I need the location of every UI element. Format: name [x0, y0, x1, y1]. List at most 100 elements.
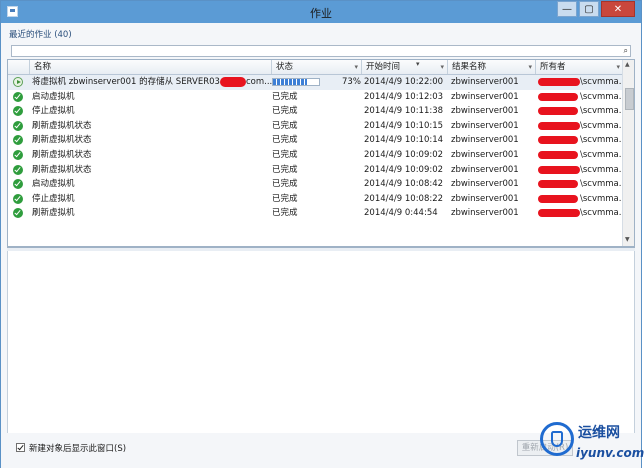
owner-redaction-mark — [538, 107, 578, 116]
job-start-time: 2014/4/9 10:09:02 — [364, 164, 444, 175]
job-result-name: zbwinserver001 — [451, 208, 519, 219]
job-name: 启动虚拟机 — [32, 179, 75, 190]
progress-bar — [272, 78, 320, 86]
column-header-name-label: 名称 — [34, 62, 52, 72]
search-input[interactable]: ⌕ — [11, 45, 631, 57]
scrollbar-thumb[interactable] — [625, 88, 634, 110]
title-bar[interactable]: 作业 — ▢ ✕ — [1, 1, 641, 23]
owner-redaction-mark — [538, 180, 578, 189]
column-header-owner-label: 所有者 — [540, 62, 566, 72]
checkmark-circle-icon — [13, 150, 23, 160]
checkmark-circle-icon — [13, 120, 23, 131]
job-start-time: 2014/4/9 10:09:02 — [364, 150, 444, 160]
job-owner: \scvmma... — [580, 150, 627, 160]
job-start-time: 2014/4/9 10:12:03 — [364, 91, 444, 102]
show-window-checkbox[interactable] — [16, 443, 25, 452]
job-name: 启动虚拟机 — [32, 91, 75, 102]
table-header: 名称 状态 ▾ 开始时间 ▾ ▾ 结果名称 ▾ 所有者 ▾ — [8, 60, 624, 75]
job-result-name: zbwinserver001 — [451, 77, 519, 87]
vertical-scrollbar[interactable]: ▲ ▼ — [622, 60, 634, 246]
job-status: 已完成 — [272, 135, 298, 146]
checkmark-circle-icon — [13, 164, 23, 175]
job-result-name: zbwinserver001 — [451, 91, 519, 102]
job-name: 停止虚拟机 — [32, 193, 75, 204]
column-header-owner[interactable]: 所有者 ▾ — [536, 60, 624, 74]
table-row[interactable]: 刷新虚拟机状态 已完成 2014/4/9 10:09:02 zbwinserver00… — [8, 148, 627, 163]
chevron-down-icon[interactable]: ▾ — [528, 60, 532, 74]
progress-percent: 73% — [342, 77, 361, 87]
chevron-down-icon[interactable]: ▾ — [440, 60, 444, 74]
status-icon-column-header[interactable] — [8, 60, 30, 74]
column-header-status[interactable]: 状态 ▾ — [272, 60, 362, 74]
table-row[interactable]: 刷新虚拟机状态 已完成 2014/4/9 10:10:14 zbwinserver00… — [8, 133, 627, 148]
job-status: 已完成 — [272, 106, 298, 117]
job-result-name: zbwinserver001 — [451, 106, 519, 117]
column-header-result-name[interactable]: 结果名称 ▾ — [448, 60, 536, 74]
watermark-logo-icon — [540, 422, 574, 456]
chevron-down-icon[interactable]: ▾ — [354, 60, 358, 74]
job-name: 停止虚拟机 — [32, 106, 75, 117]
checkmark-circle-icon — [13, 91, 23, 102]
job-status: 已完成 — [272, 179, 298, 190]
job-result-name: zbwinserver001 — [451, 179, 519, 190]
job-owner: \scvmma... — [580, 193, 627, 204]
watermark-url: iyunv.com — [576, 446, 644, 460]
table-row[interactable]: 停止虚拟机 已完成 2014/4/9 10:08:22 zbwinserver001 \… — [8, 192, 627, 207]
job-owner: \scvmma... — [580, 120, 627, 131]
job-status: 已完成 — [272, 91, 298, 102]
job-owner: \scvmma... — [580, 208, 627, 219]
job-status: 已完成 — [272, 120, 298, 131]
job-owner: \scvmma... — [580, 77, 627, 87]
job-start-time: 2014/4/9 10:22:00 — [364, 77, 444, 87]
job-result-name: zbwinserver001 — [451, 120, 519, 131]
watermark: 运维网 iyunv.com — [540, 418, 644, 466]
owner-redaction-mark — [538, 194, 578, 203]
column-header-start-time-label: 开始时间 — [366, 62, 401, 72]
table-row[interactable]: 刷新虚拟机状态 已完成 2014/4/9 10:10:15 zbwinserver00… — [8, 119, 627, 134]
maximize-button[interactable]: ▢ — [579, 1, 599, 17]
column-header-result-name-label: 结果名称 — [452, 62, 487, 72]
column-header-name[interactable]: 名称 — [30, 60, 272, 74]
job-details-pane — [7, 251, 635, 433]
scroll-up-icon[interactable]: ▲ — [625, 61, 630, 68]
job-start-time: 2014/4/9 10:08:22 — [364, 193, 444, 204]
checkmark-circle-icon — [13, 179, 23, 190]
job-name: 刷新虚拟机状态 — [32, 135, 92, 146]
job-owner: \scvmma... — [580, 179, 627, 190]
job-status: 已完成 — [272, 150, 298, 160]
column-header-start-time[interactable]: 开始时间 ▾ ▾ — [362, 60, 448, 74]
job-start-time: 2014/4/9 10:08:42 — [364, 179, 444, 190]
search-icon[interactable]: ⌕ — [624, 46, 628, 56]
minimize-button[interactable]: — — [557, 1, 577, 17]
table-row[interactable]: 停止虚拟机 已完成 2014/4/9 10:11:38 zbwinserver001 \… — [8, 104, 627, 119]
scroll-down-icon[interactable]: ▼ — [625, 236, 630, 243]
job-name: 刷新虚拟机状态 — [32, 120, 92, 131]
close-button[interactable]: ✕ — [601, 1, 635, 17]
job-name: 将虚拟机 zbwinserver001 的存储从 SERVER03 — [32, 77, 220, 87]
table-row[interactable]: 刷新虚拟机 已完成 2014/4/9 0:44:54 zbwinserver001 \s… — [8, 206, 627, 221]
job-owner: \scvmma... — [580, 91, 627, 102]
play-circle-icon — [13, 77, 23, 87]
job-start-time: 2014/4/9 10:11:38 — [364, 106, 444, 117]
checkmark-circle-icon — [13, 106, 23, 117]
owner-redaction-mark — [538, 151, 578, 159]
job-name: 刷新虚拟机 — [32, 208, 75, 219]
table-row[interactable]: 将虚拟机 zbwinserver001 的存储从 SERVER03 com... 7… — [8, 75, 627, 90]
owner-redaction-mark — [538, 165, 580, 174]
table-row[interactable]: 启动虚拟机 已完成 2014/4/9 10:12:03 zbwinserver001 \… — [8, 90, 627, 105]
table-row[interactable]: 启动虚拟机 已完成 2014/4/9 10:08:42 zbwinserver001 \… — [8, 177, 627, 192]
sort-descending-icon: ▾ — [416, 60, 420, 68]
window-controls: — ▢ ✕ — [555, 1, 635, 19]
job-status: 已完成 — [272, 164, 298, 175]
checkmark-circle-icon — [13, 208, 23, 219]
job-status: 已完成 — [272, 208, 298, 219]
table-row[interactable]: 刷新虚拟机状态 已完成 2014/4/9 10:09:02 zbwinserver00… — [8, 163, 627, 178]
owner-redaction-mark — [538, 209, 580, 218]
chevron-down-icon[interactable]: ▾ — [616, 60, 620, 74]
job-start-time: 2014/4/9 0:44:54 — [364, 208, 438, 219]
checkmark-circle-icon — [13, 135, 23, 146]
show-window-checkbox-label[interactable]: 新建对象后显示此窗口(S) — [29, 442, 126, 454]
job-start-time: 2014/4/9 10:10:14 — [364, 135, 444, 146]
jobs-table: 名称 状态 ▾ 开始时间 ▾ ▾ 结果名称 ▾ 所有者 ▾ 将虚拟机 zbwinserve… — [7, 59, 635, 247]
job-start-time: 2014/4/9 10:10:15 — [364, 120, 444, 131]
